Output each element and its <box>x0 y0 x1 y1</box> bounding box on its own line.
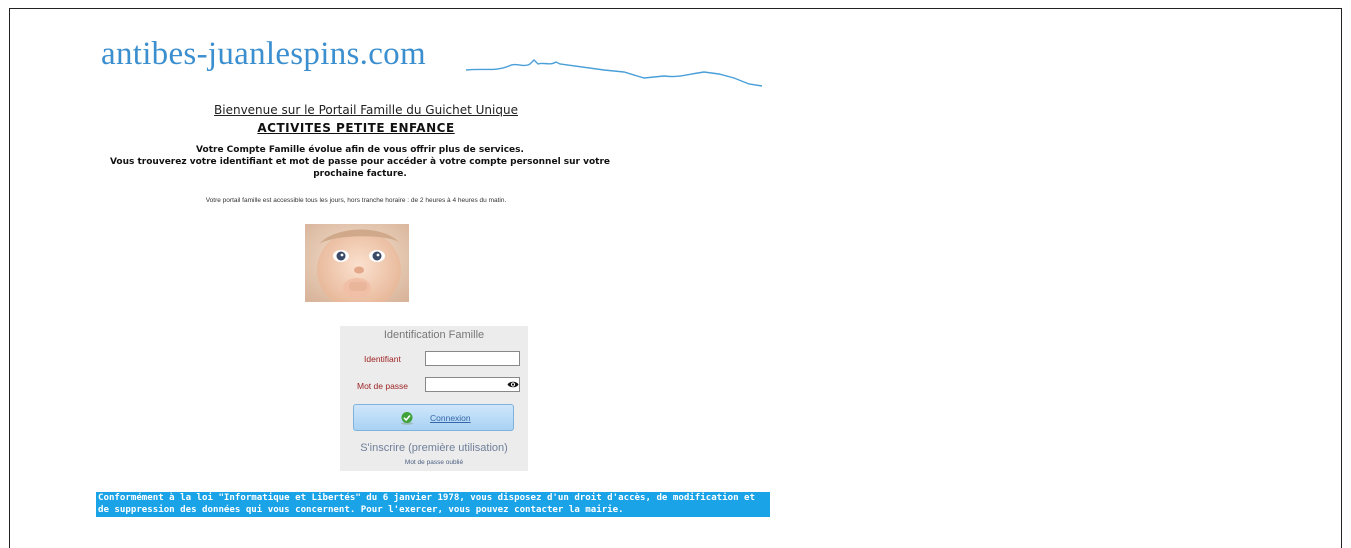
page-heading: ACTIVITES PETITE ENFANCE <box>257 121 455 135</box>
connect-label: Connexion <box>430 413 471 423</box>
access-hours-text: Votre portail famille est accessible tou… <box>205 197 507 204</box>
skyline-graphic <box>465 59 763 87</box>
register-link[interactable]: S'inscrire (première utilisation) <box>340 442 528 454</box>
intro-block: Votre Compte Famille évolue afin de vous… <box>100 144 620 180</box>
site-logo[interactable]: antibes-juanlespins.com <box>101 36 426 73</box>
legal-notice: Conformément à la loi "Informatique et L… <box>96 492 770 517</box>
username-label: Identifiant <box>364 354 401 364</box>
connect-button[interactable]: Connexion <box>353 404 514 431</box>
baby-photo <box>305 224 409 302</box>
check-circle-icon <box>401 412 413 425</box>
forgot-password-link[interactable]: Mot de passe oublié <box>340 459 528 466</box>
welcome-text: Bienvenue sur le Portail Famille du Guic… <box>214 103 518 117</box>
eye-icon[interactable] <box>507 380 519 389</box>
login-panel: Identification Famille Identifiant Mot d… <box>340 326 528 471</box>
password-label: Mot de passe <box>357 381 409 391</box>
intro-line-1: Votre Compte Famille évolue afin de vous… <box>196 145 524 155</box>
password-input[interactable] <box>425 377 520 392</box>
login-title: Identification Famille <box>383 329 485 341</box>
intro-line-2: Vous trouverez votre identifiant et mot … <box>109 157 611 179</box>
username-input[interactable] <box>425 351 520 366</box>
